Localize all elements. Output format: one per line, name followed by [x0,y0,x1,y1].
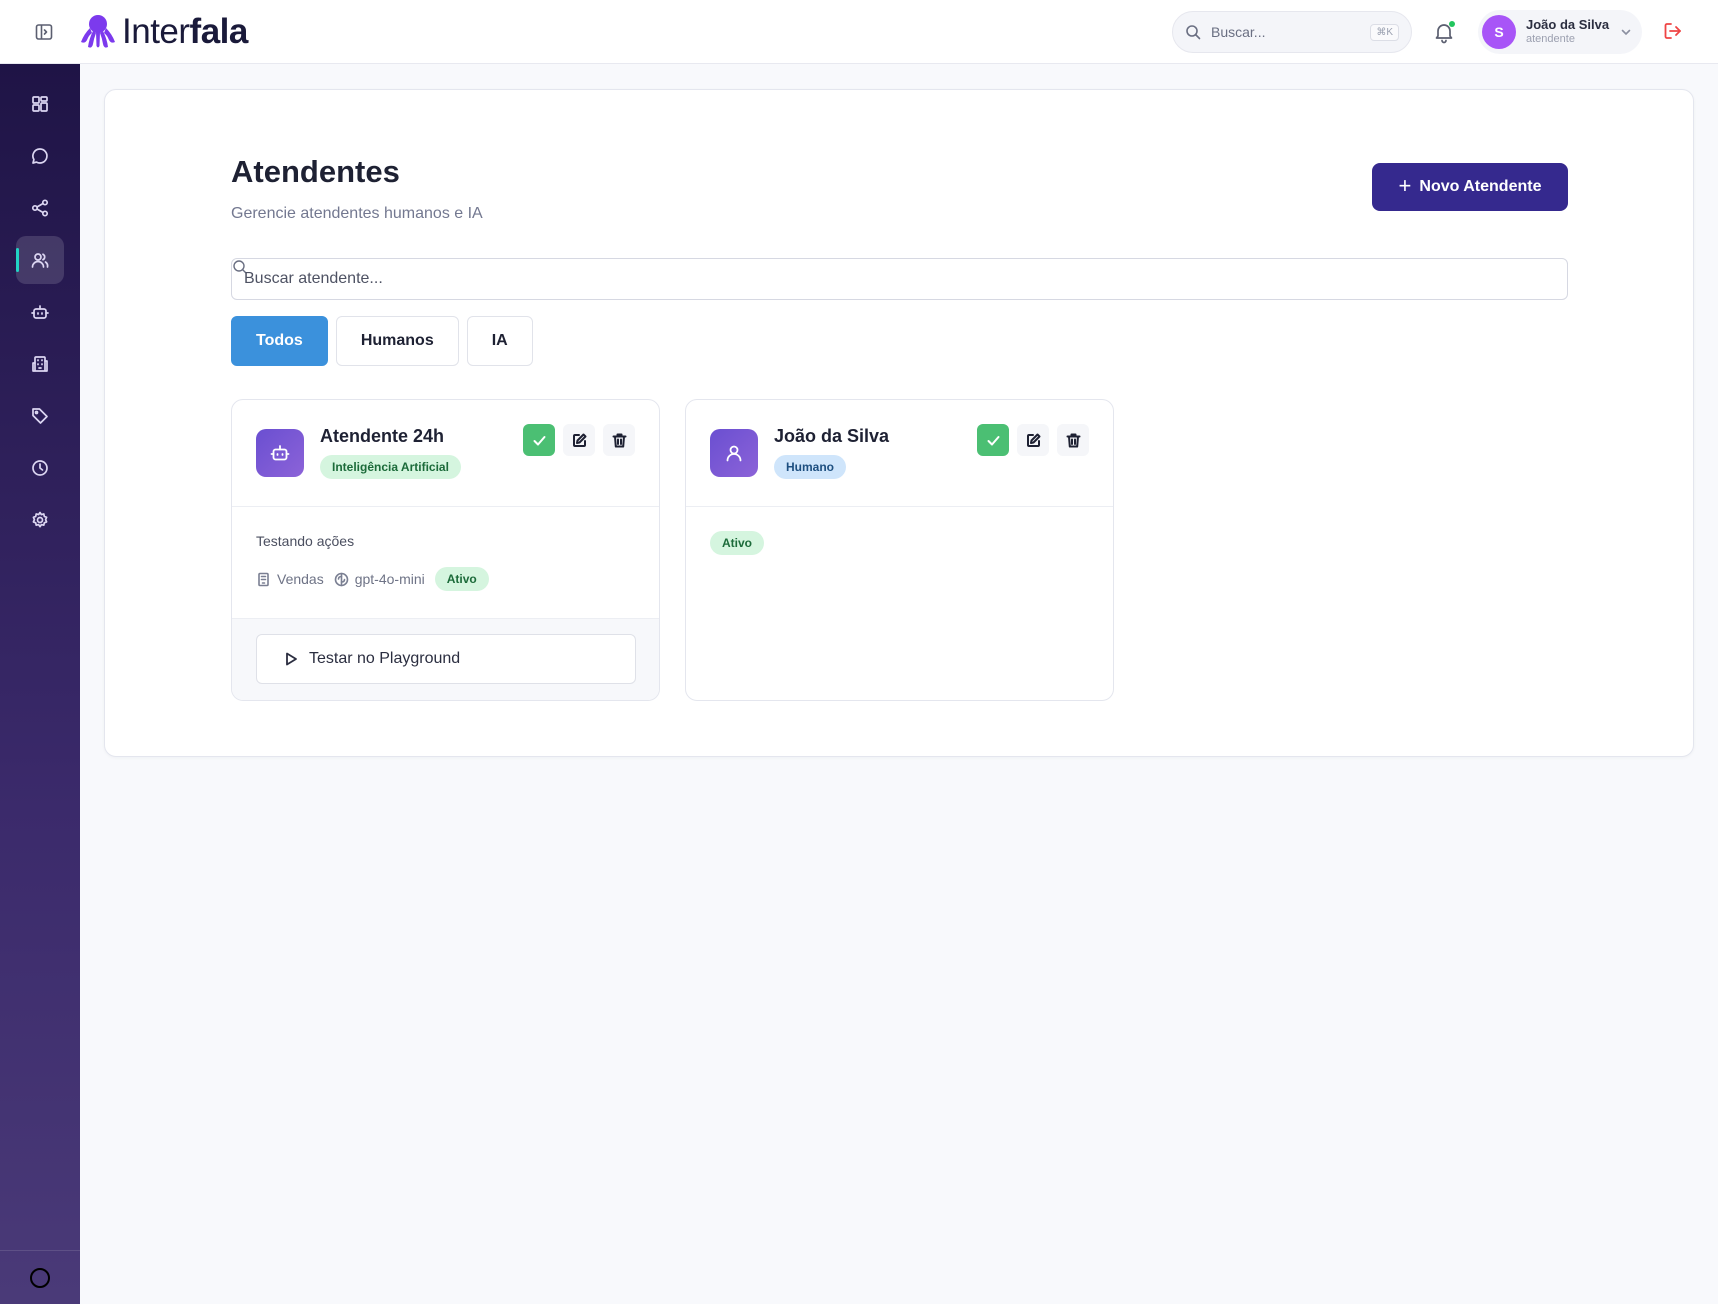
attendant-search-input[interactable] [244,259,1544,299]
gear-icon [32,511,48,528]
delete-button[interactable] [603,424,635,456]
check-icon [987,435,999,445]
attendant-card: Atendente 24h Inteligência Artificial Te… [231,399,660,701]
edit-button[interactable] [563,424,595,456]
search-shortcut-badge: ⌘K [1370,23,1399,41]
attendant-avatar [256,429,304,477]
attendant-name: Atendente 24h [320,426,445,446]
notifications-button[interactable] [1432,20,1456,44]
logout-icon [1664,23,1681,39]
attendant-card-header: Atendente 24h Inteligência Artificial [232,400,659,507]
building-icon [258,572,269,586]
sidebar-item-dashboard[interactable] [16,80,64,128]
clock-icon [32,460,48,476]
sidebar-item-integrations[interactable] [16,184,64,232]
share-icon [31,199,49,217]
status-badge: Ativo [434,567,489,591]
edit-icon [1026,433,1040,447]
status-badge: Ativo [710,531,764,555]
filter-tabs: Todos Humanos IA [231,316,533,366]
plus-icon: + [1398,173,1412,198]
sidebar-footer [0,1250,80,1304]
test-playground-button[interactable]: Testar no Playground [256,634,636,684]
global-search[interactable]: Buscar... ⌘K [1172,11,1412,53]
chat-icon [32,148,48,164]
sidebar-item-departments[interactable] [16,340,64,388]
brain-icon [334,572,349,586]
edit-icon [572,433,586,447]
status-circle-icon[interactable] [30,1267,50,1288]
attendant-search [231,258,1568,300]
user-meta: João da Silva atendente [1526,17,1620,46]
attendant-meta: Vendas gpt-4o-mini Ativo [256,567,489,591]
check-icon [533,435,545,445]
edit-button[interactable] [1017,424,1049,456]
filter-ai[interactable]: IA [466,316,533,366]
attendants-panel: Atendentes Gerencie atendentes humanos e… [104,89,1694,757]
sidebar-item-attendants[interactable] [16,236,64,284]
sidebar-item-chat[interactable] [16,132,64,180]
page-subtitle: Gerencie atendentes humanos e IA [231,205,483,222]
attendant-card-header: João da Silva Humano [686,400,1113,507]
avatar: S [1482,15,1516,49]
search-icon [1186,25,1201,40]
play-icon [286,652,297,666]
sidebar-toggle-icon [35,24,53,40]
trash-icon [1066,433,1080,447]
global-search-placeholder: Buscar... [1211,24,1266,40]
attendant-model: gpt-4o-mini [354,571,425,587]
attendant-type-badge: Humano [774,455,846,479]
attendant-card-footer: Testar no Playground [232,618,659,700]
attendant-type-badge: Inteligência Artificial [320,455,461,479]
top-bar: Interfala Buscar... ⌘K S João da Silva a… [0,0,1718,64]
new-attendant-button[interactable]: + Novo Atendente [1372,163,1568,211]
page-title: Atendentes [231,154,400,189]
octopus-logo-icon [81,15,115,48]
dashboard-icon [32,96,48,112]
bot-icon [31,305,49,319]
sidebar-item-tags[interactable] [16,392,64,440]
attendant-department: Vendas [277,571,324,587]
user-icon [726,445,742,462]
brand-name: Interfala [122,12,248,51]
user-role: atendente [1526,33,1575,46]
new-attendant-label: Novo Atendente [1419,178,1542,195]
activate-button[interactable] [977,424,1009,456]
sidebar-toggle-button[interactable] [30,20,58,44]
attendant-card: João da Silva Humano Ativo [685,399,1114,701]
user-menu[interactable]: S João da Silva atendente [1478,10,1642,54]
activate-button[interactable] [523,424,555,456]
test-playground-label: Testar no Playground [309,650,461,667]
sidebar-item-bots[interactable] [16,288,64,336]
attendant-avatar [710,429,758,477]
filter-humans[interactable]: Humanos [335,316,459,366]
attendant-description: Testando ações [256,533,355,549]
sidebar-item-history[interactable] [16,444,64,492]
trash-icon [612,433,626,447]
sidebar [0,64,80,1304]
tag-icon [32,408,48,424]
filter-all[interactable]: Todos [231,316,328,366]
building-icon [32,356,48,372]
sidebar-item-settings[interactable] [16,496,64,544]
brand-logo[interactable]: Interfala [78,12,248,52]
bot-icon [270,445,290,461]
notification-dot [1449,21,1455,27]
logout-button[interactable] [1662,20,1686,44]
attendant-name: João da Silva [774,426,890,446]
delete-button[interactable] [1057,424,1089,456]
user-name: João da Silva [1526,17,1610,33]
chevron-down-icon [1621,29,1631,36]
users-icon [31,253,49,268]
